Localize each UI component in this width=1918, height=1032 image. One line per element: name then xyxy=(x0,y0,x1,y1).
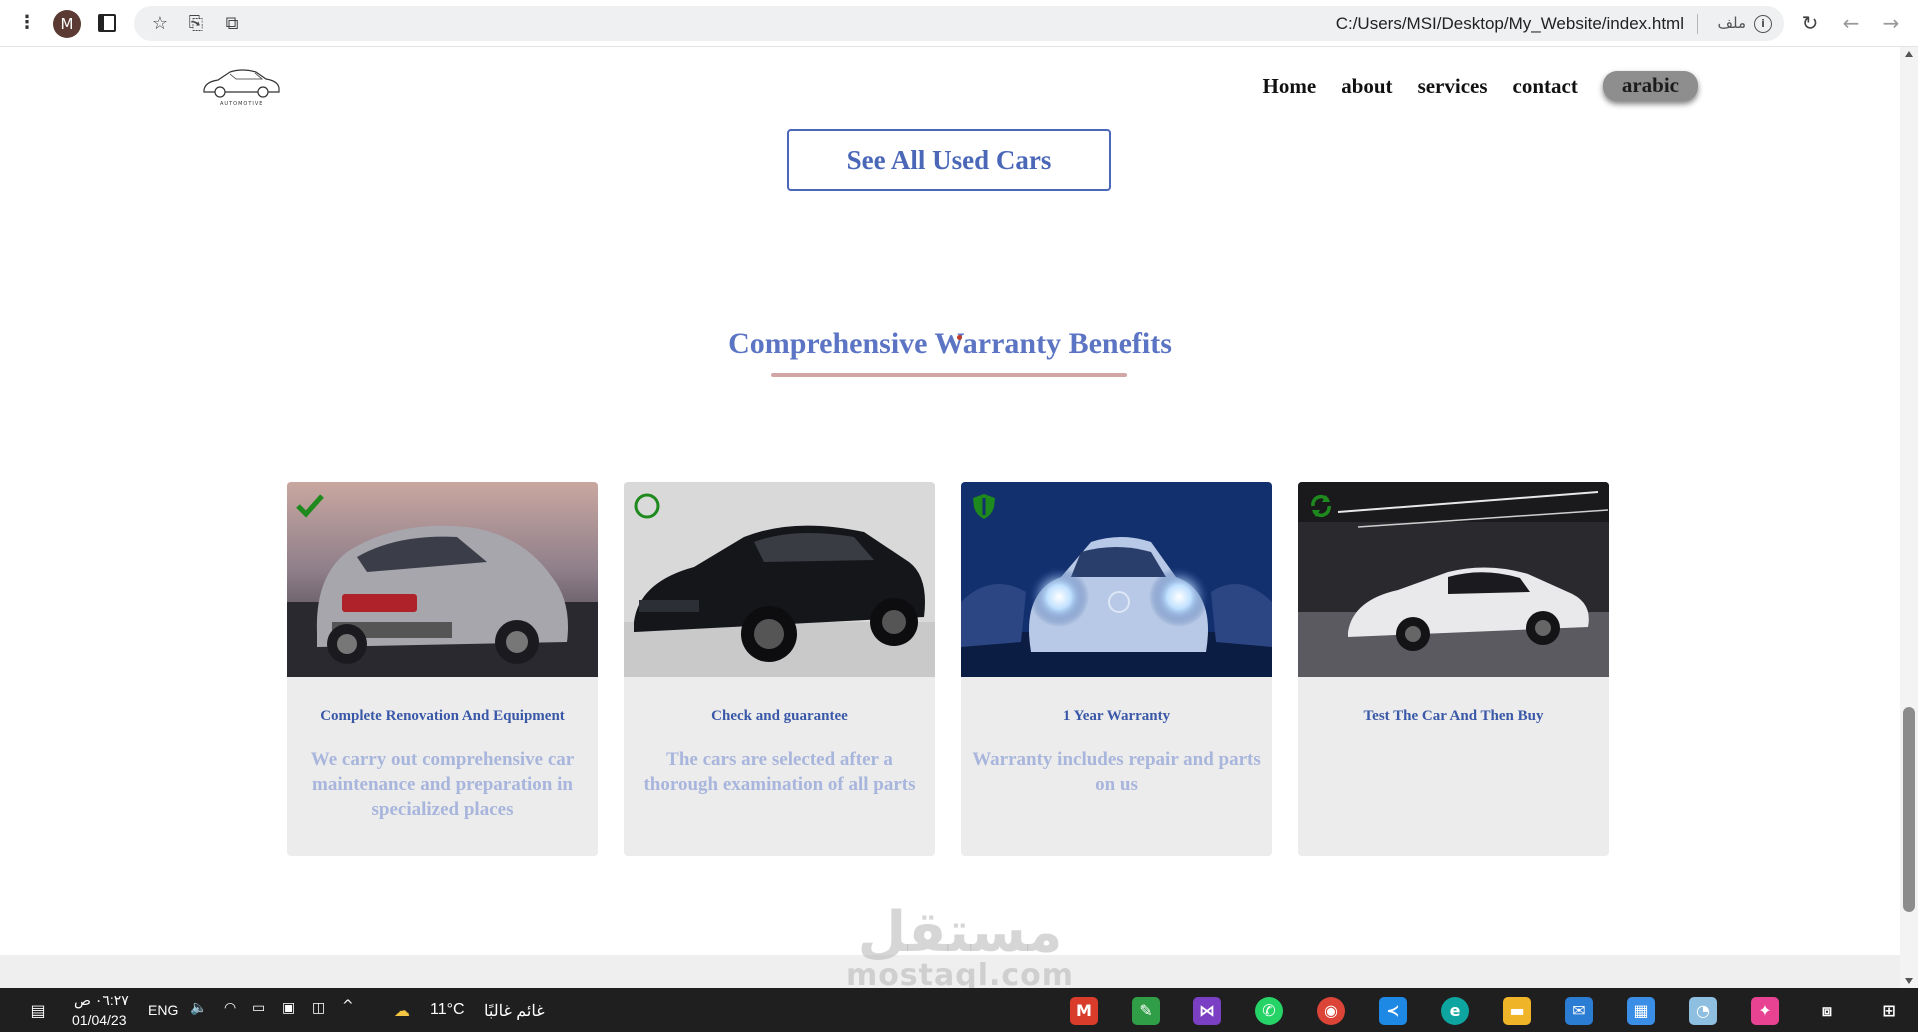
shield-icon xyxy=(973,494,995,519)
card-text: Warranty includes repair and parts on us xyxy=(972,749,1261,795)
share-icon[interactable]: ⎘ xyxy=(184,12,208,36)
back-icon[interactable]: ← xyxy=(1838,10,1864,36)
car-logo-icon xyxy=(203,69,280,98)
profile-avatar[interactable]: M xyxy=(53,10,81,38)
file-explorer-icon[interactable]: ▬ xyxy=(1503,997,1531,1025)
check-icon xyxy=(296,494,324,518)
nav-services[interactable]: services xyxy=(1418,74,1488,99)
whatsapp-icon[interactable]: ✆ xyxy=(1255,997,1283,1025)
circle-icon xyxy=(634,493,660,519)
vscode-icon[interactable]: ≺ xyxy=(1379,997,1407,1025)
language-toggle-button[interactable]: arabic xyxy=(1602,71,1698,101)
web-page: AUTOMOTIVE Home about services contact a… xyxy=(0,47,1900,988)
notifications-icon[interactable]: ▤ xyxy=(24,997,52,1025)
edge-icon[interactable]: e xyxy=(1441,997,1469,1025)
paint-icon[interactable]: ✦ xyxy=(1751,997,1779,1025)
scrollbar-thumb[interactable] xyxy=(1903,707,1915,912)
weather-icon[interactable]: ☁ xyxy=(388,997,416,1025)
site-header: AUTOMOTIVE Home about services contact a… xyxy=(0,47,1900,127)
sync-icon xyxy=(1311,494,1331,518)
card-image-sedan xyxy=(624,482,935,677)
title-underline xyxy=(771,373,1127,377)
chrome-icon[interactable]: ◉ xyxy=(1317,997,1345,1025)
benefit-card: Complete Renovation And Equipment We car… xyxy=(287,482,598,856)
translate-icon[interactable]: ⧉ xyxy=(220,12,244,36)
watermark-logo: مستقل mostaql.com xyxy=(840,900,1080,989)
reload-icon[interactable]: ↻ xyxy=(1797,10,1823,36)
logo-text: AUTOMOTIVE xyxy=(220,101,264,107)
card-text: The cars are selected after a thorough e… xyxy=(643,749,916,795)
battery-icon[interactable]: ▭ xyxy=(252,1000,265,1016)
card-title: 1 Year Warranty xyxy=(1062,708,1171,724)
card-text: We carry out comprehensive car maintenan… xyxy=(310,749,575,820)
clock-date[interactable]: 01/04/23 xyxy=(72,1012,127,1028)
site-logo[interactable]: AUTOMOTIVE xyxy=(200,64,282,114)
camera-icon[interactable]: ◫ xyxy=(312,1000,325,1016)
wifi-icon[interactable]: ◠ xyxy=(224,1000,236,1016)
nav-home[interactable]: Home xyxy=(1263,74,1317,99)
page-scrollbar[interactable] xyxy=(1900,47,1918,988)
chevron-up-icon[interactable]: ^ xyxy=(342,998,354,1014)
benefit-card: 1 Year Warranty Warranty includes repair… xyxy=(961,482,1272,856)
benefit-card: Test The Car And Then Buy xyxy=(1298,482,1609,856)
menu-icon[interactable]: ⋮ xyxy=(18,12,36,34)
sketch-app-icon[interactable]: ✎ xyxy=(1132,997,1160,1025)
chrome-profile-icon[interactable]: M xyxy=(1070,997,1098,1025)
scroll-up-icon[interactable] xyxy=(1905,51,1913,57)
volume-icon[interactable]: 🔈 xyxy=(190,1000,207,1016)
card-title: Check and guarantee xyxy=(711,708,848,724)
title-decoration-dot xyxy=(957,335,962,340)
see-all-used-cars-button[interactable]: See All Used Cars xyxy=(787,129,1111,191)
sidebar-icon[interactable] xyxy=(98,14,116,32)
store-icon[interactable]: ▦ xyxy=(1627,997,1655,1025)
display-icon[interactable]: ▣ xyxy=(282,1000,295,1016)
address-bar[interactable]: ☆ ⎘ ⧉ C:/Users/MSI/Desktop/My_Website/in… xyxy=(134,6,1784,41)
file-scheme-label: ملف xyxy=(1717,14,1746,32)
omnibox-separator xyxy=(1697,14,1698,34)
url-text[interactable]: C:/Users/MSI/Desktop/My_Website/index.ht… xyxy=(1336,14,1684,34)
browser-toolbar: ⋮ M ☆ ⎘ ⧉ C:/Users/MSI/Desktop/My_Websit… xyxy=(0,0,1918,47)
nav-about[interactable]: about xyxy=(1341,74,1392,99)
star-icon[interactable]: ☆ xyxy=(148,12,172,36)
card-image-sports-car xyxy=(1298,482,1609,677)
mail-icon[interactable]: ✉ xyxy=(1565,997,1593,1025)
card-title: Test The Car And Then Buy xyxy=(1363,708,1544,724)
input-language[interactable]: ENG xyxy=(148,1002,178,1018)
watermark-latin: mostaql.com xyxy=(845,958,1075,989)
task-view-icon[interactable]: ⧈ xyxy=(1813,997,1841,1025)
benefit-card: Check and guarantee The cars are selecte… xyxy=(624,482,935,856)
card-image-headlights xyxy=(961,482,1272,677)
watermark-arabic: مستقل xyxy=(857,900,1063,965)
windows-start-icon[interactable]: ⊞ xyxy=(1875,997,1903,1025)
card-image-suv xyxy=(287,482,598,677)
weather-description[interactable]: غائم غالبًا xyxy=(484,1001,545,1021)
scroll-down-icon[interactable] xyxy=(1905,978,1913,984)
main-navigation: Home about services contact arabic xyxy=(1238,71,1698,101)
clock-time[interactable]: ٠٦:٢٧ ص xyxy=(74,992,129,1009)
card-title: Complete Renovation And Equipment xyxy=(320,708,565,724)
info-icon[interactable]: i xyxy=(1754,15,1772,33)
taskbar: ▤ ٠٦:٢٧ ص 01/04/23 ENG 🔈 ◠ ▭ ▣ ◫ ^ ☁ 11°… xyxy=(0,988,1918,1032)
forward-icon[interactable]: → xyxy=(1878,10,1904,36)
section-title: Comprehensive Warranty Benefits xyxy=(728,327,1172,360)
nav-contact[interactable]: contact xyxy=(1513,74,1578,99)
photos-icon[interactable]: ◔ xyxy=(1689,997,1717,1025)
weather-temp[interactable]: 11°C xyxy=(430,1001,465,1019)
visual-studio-icon[interactable]: ⋈ xyxy=(1193,997,1221,1025)
